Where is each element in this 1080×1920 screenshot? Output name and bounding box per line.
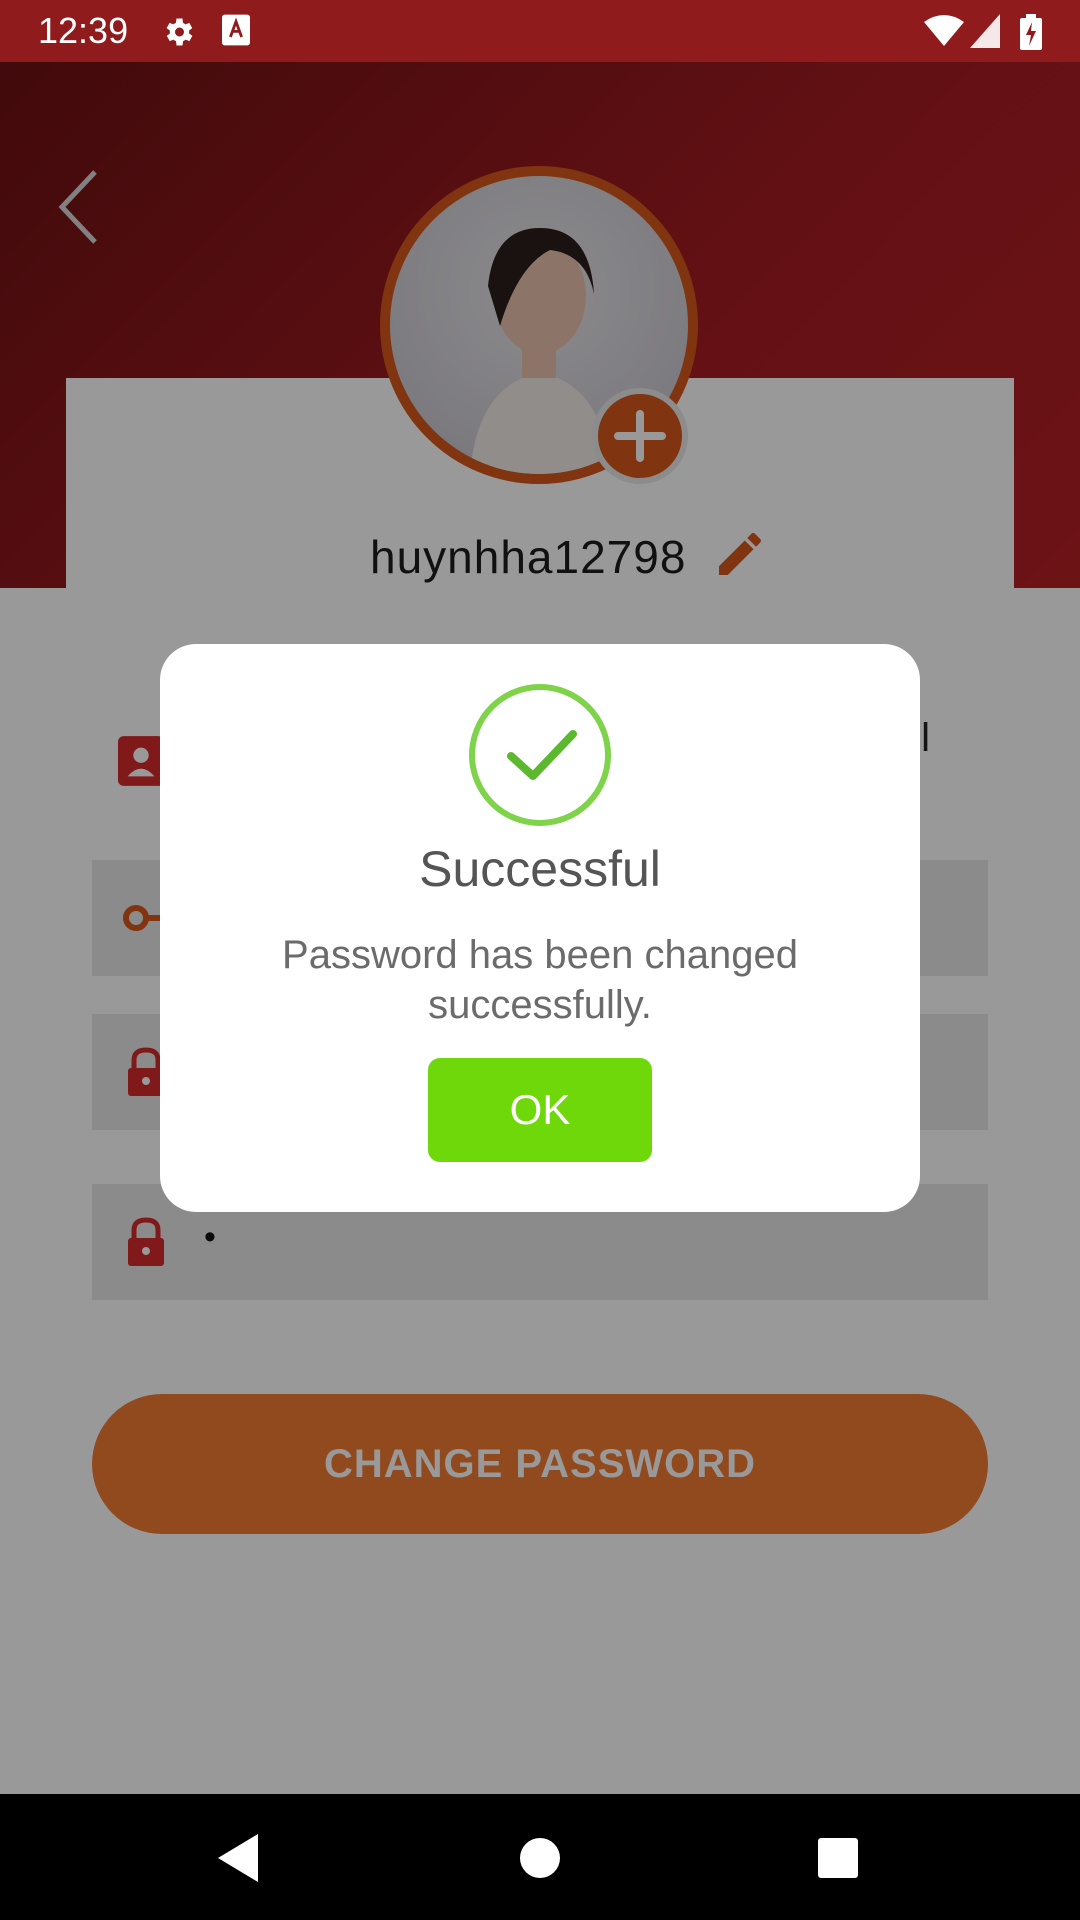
recents-square-icon[interactable] bbox=[808, 1828, 868, 1888]
dialog-title: Successful bbox=[419, 841, 661, 897]
home-circle-icon[interactable] bbox=[510, 1828, 570, 1888]
signal-icon bbox=[970, 14, 1000, 48]
settings-icon bbox=[166, 18, 193, 46]
wifi-icon bbox=[924, 15, 964, 46]
back-triangle-icon[interactable] bbox=[210, 1828, 270, 1888]
ok-button[interactable]: OK bbox=[428, 1058, 652, 1162]
checkmark-icon bbox=[507, 730, 577, 780]
battery-charging-icon bbox=[1020, 14, 1042, 50]
system-nav-bar bbox=[0, 1794, 1080, 1920]
success-dialog: Successful Password has been changed suc… bbox=[160, 644, 920, 1212]
keyboard-a-icon bbox=[222, 14, 250, 46]
status-bar: 12:39 bbox=[0, 0, 1080, 62]
status-time: 12:39 bbox=[38, 10, 129, 51]
success-check-icon bbox=[469, 684, 611, 826]
dialog-message: Password has been changed successfully. bbox=[282, 933, 798, 1027]
